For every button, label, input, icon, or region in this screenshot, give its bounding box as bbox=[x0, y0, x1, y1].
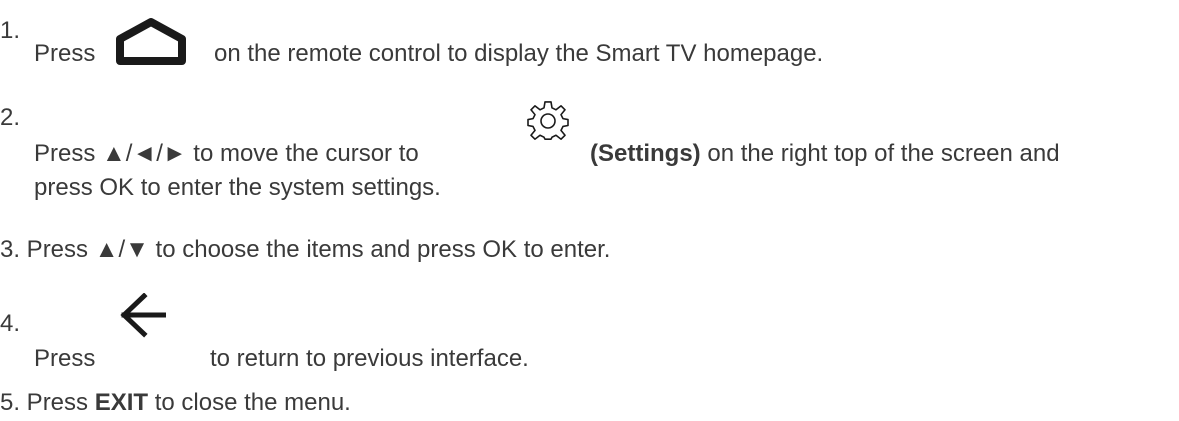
step-4: 4. Press to return to previous interface… bbox=[0, 278, 1179, 372]
step-number: 1. bbox=[0, 17, 21, 44]
step-text-tail: on the right top of the screen and bbox=[707, 140, 1060, 167]
step-text-line2: press OK to enter the system settings. bbox=[34, 174, 441, 201]
settings-label: (Settings) bbox=[590, 140, 701, 167]
step-text-before-icon: Press bbox=[34, 345, 96, 372]
step-text-after-icon: on the remote control to display the Sma… bbox=[214, 40, 824, 67]
exit-label: EXIT bbox=[94, 389, 149, 416]
step-3: 3. Press ▲/▼ to choose the items and pre… bbox=[0, 236, 1179, 266]
step-2: 2. Press ▲/◄/► to move the cursor to (Se… bbox=[0, 100, 1179, 220]
step-text-before-icon: Press ▲/◄/► to move the cursor to bbox=[34, 140, 419, 167]
step-suffix: to close the menu. bbox=[154, 389, 351, 416]
gear-icon bbox=[527, 100, 569, 149]
step-1: 1. Press on the remote control to displa… bbox=[0, 0, 1179, 80]
step-text-after-icon: (Settings) on the right top of the scree… bbox=[590, 140, 1060, 168]
step-number: 4. bbox=[0, 310, 21, 337]
step-text-after-icon: to return to previous interface. bbox=[210, 345, 529, 372]
home-icon bbox=[115, 17, 187, 72]
step-prefix: 5. Press bbox=[0, 389, 89, 416]
step-number: 2. bbox=[0, 104, 21, 131]
step-text: 5. Press EXIT to close the menu. bbox=[0, 389, 351, 417]
step-text: 3. Press ▲/▼ to choose the items and pre… bbox=[0, 236, 611, 263]
step-text-before-icon: Press bbox=[34, 40, 96, 67]
step-5: 5. Press EXIT to close the menu. bbox=[0, 389, 1179, 419]
back-arrow-icon bbox=[118, 292, 167, 346]
